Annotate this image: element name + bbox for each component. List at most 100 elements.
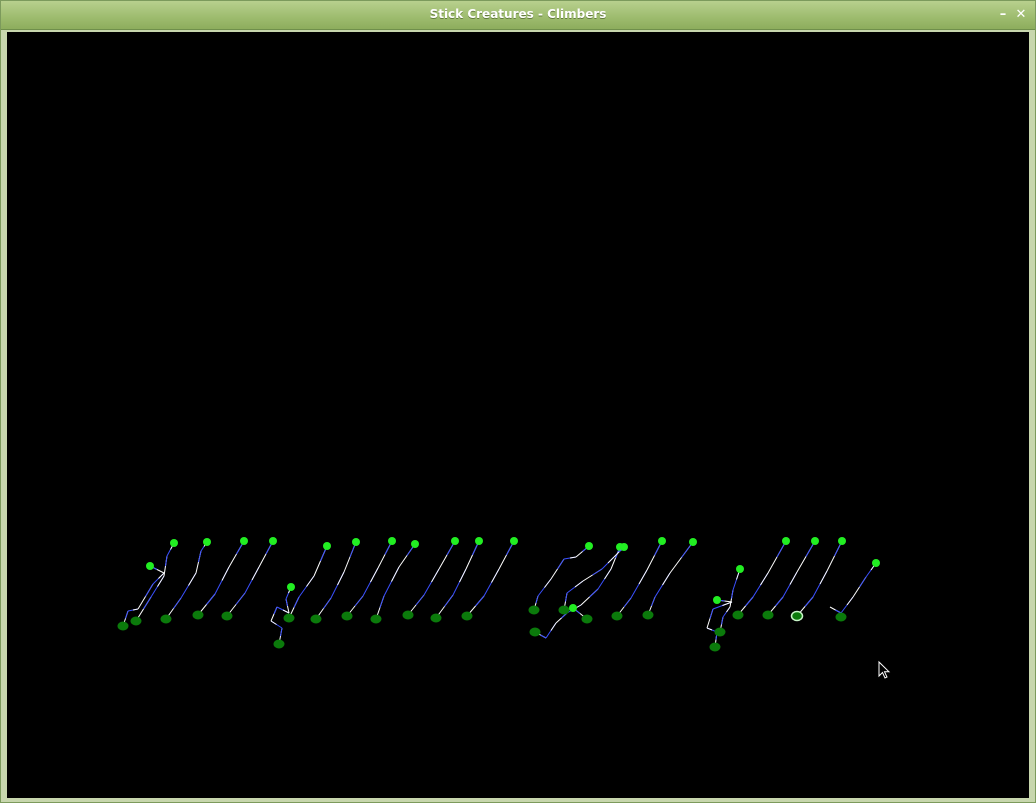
creature-scene[interactable]: [7, 32, 1029, 798]
foot-node: [117, 621, 129, 631]
hand-node: [146, 562, 154, 570]
creature-limb: [544, 578, 552, 588]
creature-limb: [859, 576, 867, 588]
foot-node: [461, 611, 473, 621]
stick-creature[interactable]: [558, 543, 629, 615]
hand-node: [569, 604, 577, 612]
creature-limb: [323, 597, 332, 609]
creature-limb: [709, 608, 714, 619]
hand-node: [658, 537, 666, 545]
creature-limb: [157, 575, 165, 587]
creature-limb: [557, 558, 565, 570]
hand-node: [287, 583, 295, 591]
foot-node: [370, 614, 382, 624]
creature-limb: [846, 596, 854, 606]
minimize-button[interactable]: –: [995, 7, 1011, 23]
creature-limb: [415, 594, 425, 606]
stick-creature[interactable]: [529, 543, 625, 639]
title-bar[interactable]: Stick Creatures - Climbers – ✕: [1, 1, 1035, 30]
stick-creature[interactable]: [732, 537, 791, 620]
stick-creature[interactable]: [430, 537, 484, 623]
foot-node: [709, 642, 721, 652]
stick-creature[interactable]: [706, 596, 733, 652]
foot-node: [221, 611, 233, 621]
creature-limb: [251, 566, 260, 581]
creature-limb: [550, 622, 557, 631]
creature-limb: [726, 606, 731, 613]
creature-limb: [535, 595, 539, 604]
creature-limb: [592, 568, 603, 576]
stick-creature[interactable]: [221, 537, 278, 621]
foot-node: [528, 605, 540, 615]
foot-node: [130, 616, 142, 626]
creature-limb: [132, 608, 139, 611]
simulation-canvas[interactable]: [6, 31, 1030, 799]
creature-limb: [173, 597, 182, 609]
creature-limb: [125, 610, 129, 619]
creature-limb: [379, 595, 385, 608]
creature-limb: [819, 570, 828, 585]
window-title: Stick Creatures - Climbers: [429, 7, 607, 21]
stick-creature[interactable]: [790, 537, 847, 622]
foot-node: [611, 611, 623, 621]
foot-node: [341, 611, 353, 621]
stick-creature[interactable]: [528, 542, 594, 615]
creature-limb: [198, 550, 202, 563]
foot-node: [714, 627, 726, 637]
creature-limb: [745, 596, 754, 607]
stick-creature[interactable]: [642, 538, 698, 620]
foot-node: [283, 613, 295, 623]
foot-node: [529, 627, 541, 637]
foot-node: [192, 610, 204, 620]
creature-limb: [589, 588, 599, 598]
creature-limb: [565, 592, 568, 602]
creature-limb: [293, 596, 300, 608]
close-button[interactable]: ✕: [1013, 7, 1029, 23]
creature-limb: [165, 555, 168, 567]
hand-node: [736, 565, 744, 573]
creature-limb: [651, 596, 656, 607]
foot-node: [762, 610, 774, 620]
creature-limb: [835, 609, 842, 614]
stick-creature[interactable]: [341, 537, 397, 621]
creature-limb: [145, 583, 154, 597]
creature-limb: [760, 572, 769, 586]
hand-node: [838, 537, 846, 545]
stick-creature[interactable]: [283, 542, 332, 623]
stick-creature[interactable]: [192, 537, 249, 620]
foot-node: [160, 614, 172, 624]
hand-node: [620, 543, 628, 551]
creature-limb: [475, 595, 485, 607]
creature-limb: [638, 569, 648, 585]
stick-creature[interactable]: [160, 538, 212, 624]
hand-node: [689, 538, 697, 546]
hand-node: [203, 538, 211, 546]
creature-limb: [574, 580, 584, 588]
creature-limb: [623, 597, 632, 608]
hand-node: [352, 538, 360, 546]
hand-node: [782, 537, 790, 545]
hand-node: [323, 542, 331, 550]
hand-node: [872, 559, 880, 567]
stick-creature[interactable]: [829, 559, 880, 622]
foot-node: [732, 610, 744, 620]
hand-node: [388, 537, 396, 545]
creature-limb: [280, 627, 283, 637]
creature-limb: [235, 592, 246, 605]
stick-creature[interactable]: [762, 537, 820, 620]
hand-node: [585, 542, 593, 550]
creature-limb: [273, 606, 278, 615]
creature-limb: [354, 595, 364, 607]
stick-creature[interactable]: [310, 538, 361, 624]
creature-limb: [270, 620, 277, 625]
hand-node: [713, 596, 721, 604]
foot-node: [430, 613, 442, 623]
minimize-icon: –: [999, 7, 1007, 22]
creature-limb: [662, 572, 671, 586]
stick-creature[interactable]: [461, 537, 519, 621]
creature-limb: [569, 556, 577, 559]
hand-node: [269, 537, 277, 545]
stick-creature[interactable]: [569, 604, 593, 624]
creature-limb: [444, 594, 454, 607]
creature-limb: [789, 571, 798, 585]
